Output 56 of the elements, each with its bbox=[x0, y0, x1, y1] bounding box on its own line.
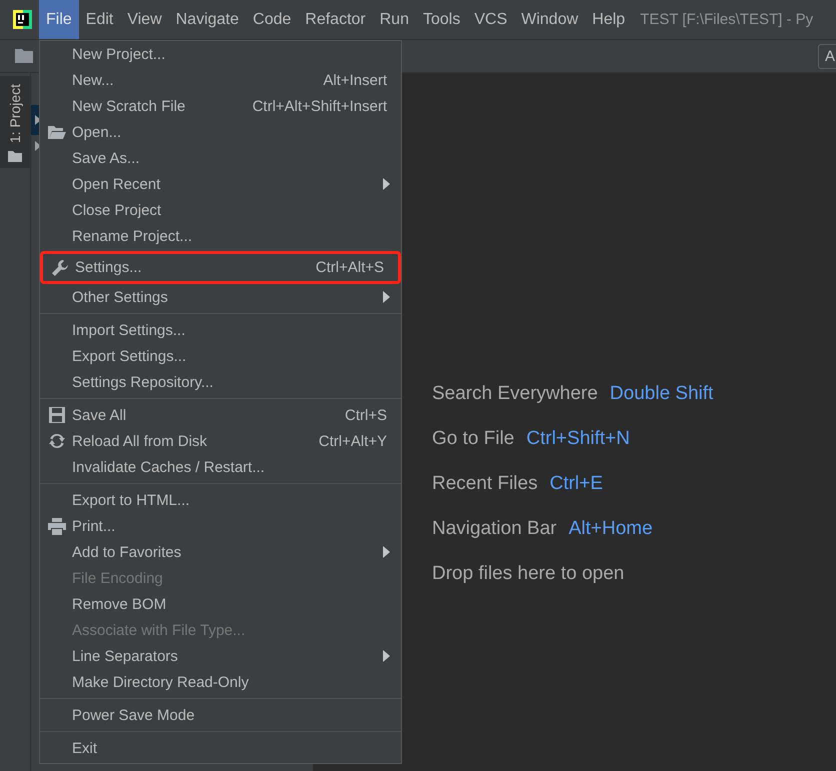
menu-bar-item[interactable]: Run bbox=[372, 0, 416, 39]
folder-icon bbox=[48, 126, 66, 138]
menu-item[interactable]: Settings Repository... bbox=[40, 369, 401, 395]
menu-item[interactable]: Save As... bbox=[40, 145, 401, 171]
hint-shortcut: Ctrl+Shift+N bbox=[526, 428, 630, 450]
menu-bar-item[interactable]: Help bbox=[585, 0, 632, 39]
menu-item[interactable]: New Project... bbox=[40, 41, 401, 67]
menu-item[interactable]: Remove BOM bbox=[40, 591, 401, 617]
menu-item[interactable]: Rename Project... bbox=[40, 223, 401, 249]
hint-label: Go to File bbox=[432, 428, 514, 450]
expand-arrow-icon[interactable] bbox=[35, 115, 41, 125]
menu-item[interactable]: Power Save Mode bbox=[40, 702, 401, 728]
hint-shortcut: Ctrl+E bbox=[550, 473, 603, 495]
folder-icon[interactable] bbox=[15, 49, 33, 63]
menu-item[interactable]: Open... bbox=[40, 119, 401, 145]
folder-icon bbox=[8, 151, 22, 162]
menu-bar-item[interactable]: VCS bbox=[467, 0, 514, 39]
menu-item[interactable]: Settings... Ctrl+Alt+S bbox=[40, 251, 401, 284]
hint-label: Drop files here to open bbox=[432, 563, 624, 585]
menu-item[interactable]: Import Settings... bbox=[40, 317, 401, 343]
toolbar-button[interactable]: A bbox=[818, 44, 836, 68]
menu-item[interactable]: Other Settings bbox=[40, 284, 401, 310]
menu-bar-item[interactable]: Navigate bbox=[168, 0, 246, 39]
menu-bar-item[interactable]: File bbox=[39, 0, 79, 39]
menu-item[interactable]: Exit bbox=[40, 735, 401, 761]
project-tab[interactable]: 1: Project bbox=[0, 76, 30, 168]
menu-bar-item[interactable]: Refactor bbox=[298, 0, 373, 39]
reload-icon bbox=[49, 433, 65, 449]
menu-item[interactable]: Reload All from Disk Ctrl+Alt+Y bbox=[40, 428, 401, 454]
hint-label: Recent Files bbox=[432, 473, 538, 495]
app-logo-icon[interactable] bbox=[13, 10, 32, 29]
menu-bar-item[interactable]: Edit bbox=[78, 0, 120, 39]
hint-shortcut: Double Shift bbox=[610, 383, 714, 405]
menu-bar-item[interactable]: Window bbox=[514, 0, 586, 39]
menu-item[interactable]: Save All Ctrl+S bbox=[40, 402, 401, 428]
menu-item[interactable]: Add to Favorites bbox=[40, 539, 401, 565]
menu-bar-item[interactable]: Tools bbox=[416, 0, 468, 39]
printer-icon bbox=[48, 518, 66, 534]
menu-item[interactable]: Open Recent bbox=[40, 171, 401, 197]
menu-item[interactable]: Export Settings... bbox=[40, 343, 401, 369]
menu-item[interactable]: Export to HTML... bbox=[40, 487, 401, 513]
menu-item[interactable]: Make Directory Read-Only bbox=[40, 669, 401, 695]
menu-item[interactable]: Close Project bbox=[40, 197, 401, 223]
menu-item[interactable]: Print... bbox=[40, 513, 401, 539]
expand-arrow-icon[interactable] bbox=[35, 141, 41, 151]
hint-shortcut: Alt+Home bbox=[568, 518, 653, 540]
menu-bar-item[interactable]: View bbox=[120, 0, 169, 39]
hint-label: Navigation Bar bbox=[432, 518, 557, 540]
menu-item[interactable]: Invalidate Caches / Restart... bbox=[40, 454, 401, 480]
hint-label: Search Everywhere bbox=[432, 383, 598, 405]
window-title: TEST [F:\Files\TEST] - Py bbox=[640, 11, 814, 28]
menu-item[interactable]: New... Alt+Insert bbox=[40, 67, 401, 93]
menu-bar-item[interactable]: Code bbox=[246, 0, 298, 39]
menu-item[interactable]: New Scratch File Ctrl+Alt+Shift+Insert bbox=[40, 93, 401, 119]
menu-item[interactable]: Line Separators bbox=[40, 643, 401, 669]
wrench-icon bbox=[52, 260, 68, 276]
